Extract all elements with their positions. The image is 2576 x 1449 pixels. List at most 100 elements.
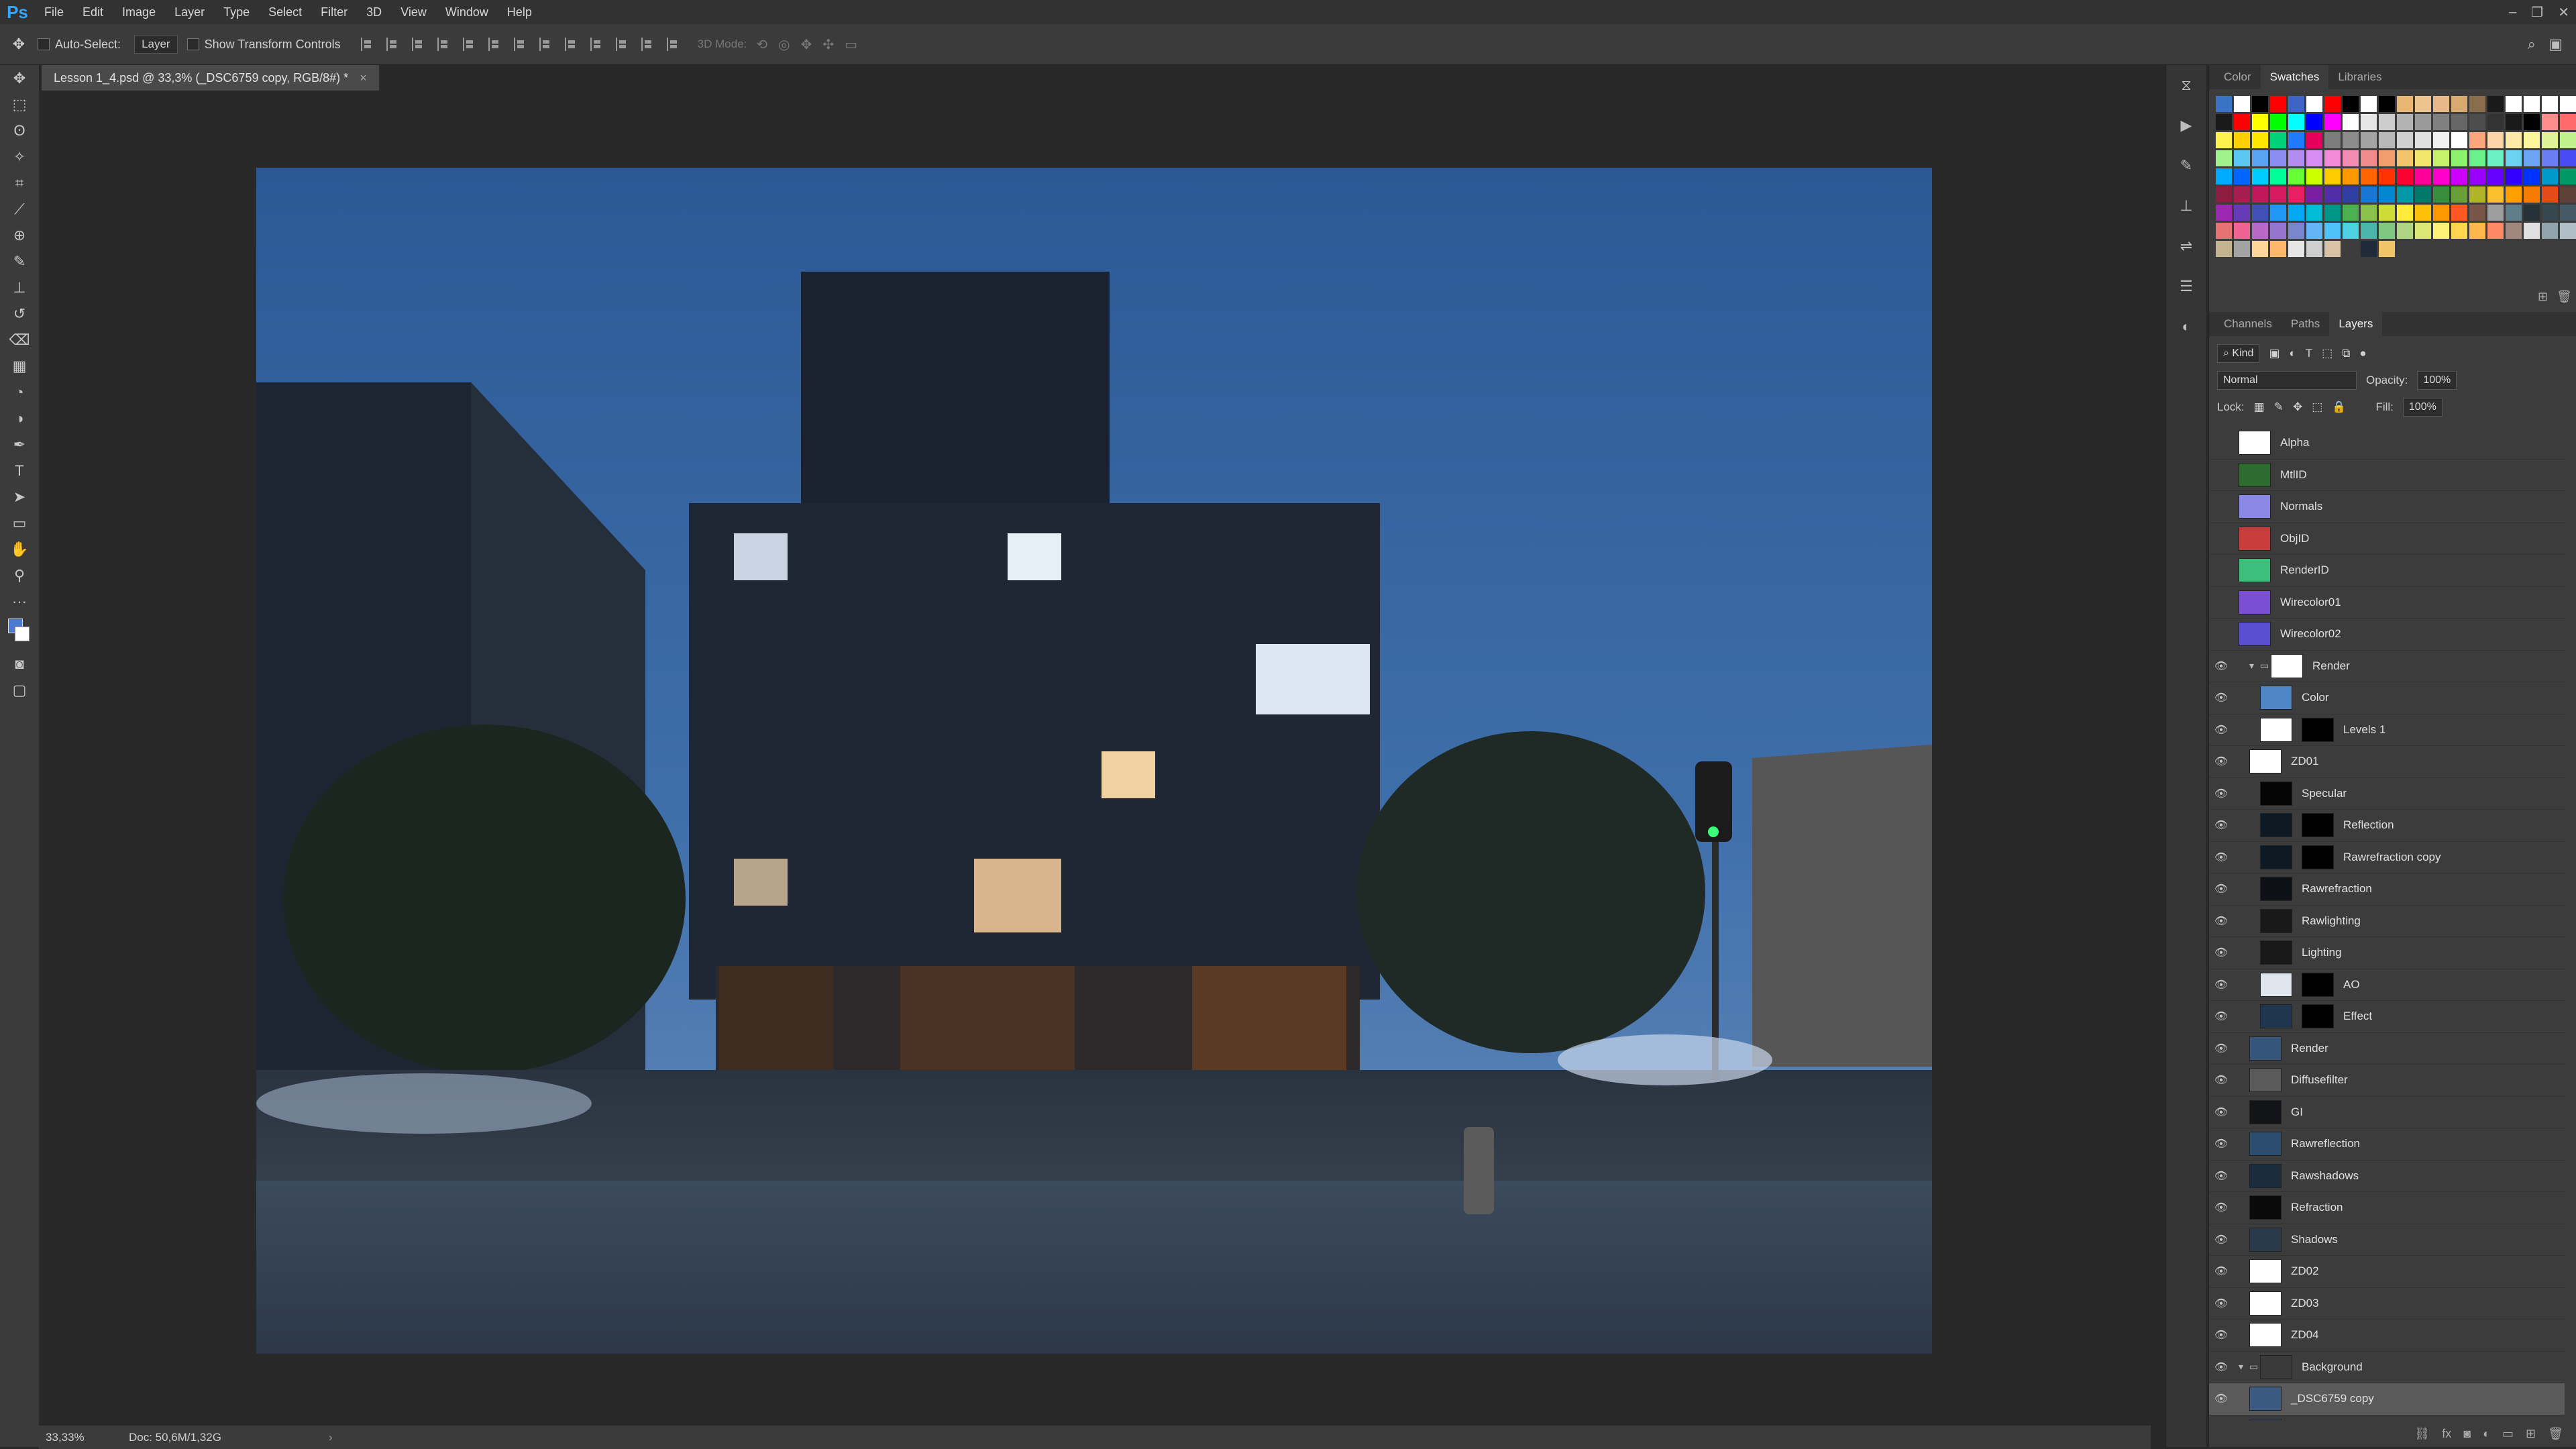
swatch[interactable] [2252,168,2268,184]
actions-panel-icon[interactable]: ▶ [2166,105,2206,146]
group-toggle-icon[interactable]: ▾ [2249,660,2260,672]
swatch[interactable] [2451,150,2467,166]
swatch[interactable] [2560,132,2576,148]
layer-row[interactable]: 👁 Rawreflection [2209,1128,2565,1161]
swatch[interactable] [2234,223,2250,239]
layer-mask-thumbnail[interactable] [2302,845,2334,869]
menu-type[interactable]: Type [214,0,259,24]
swatch[interactable] [2506,168,2522,184]
layer-row[interactable]: 👁 GI [2209,1097,2565,1128]
visibility-eye-icon[interactable]: 👁 [2209,882,2233,896]
swatch[interactable] [2379,114,2395,130]
swatch[interactable] [2324,186,2341,203]
swatch[interactable] [2487,168,2504,184]
swatch[interactable] [2216,132,2232,148]
swatch[interactable] [2343,96,2359,112]
align-top-icon[interactable] [360,38,373,51]
layer-row[interactable]: Wirecolor02 [2209,619,2565,651]
swatch[interactable] [2288,205,2304,221]
swatch[interactable] [2433,168,2449,184]
swatch[interactable] [2270,168,2286,184]
swatch[interactable] [2343,168,2359,184]
swatch[interactable] [2451,114,2467,130]
lock-transparent-icon[interactable]: ▦ [2254,400,2265,414]
swatch[interactable] [2560,114,2576,130]
align-left-icon[interactable] [437,38,449,51]
search-icon[interactable]: ⌕ [2528,36,2536,53]
magic-wand-tool-icon[interactable]: ✧ [0,144,39,170]
swatch[interactable] [2361,205,2377,221]
visibility-eye-icon[interactable]: 👁 [2209,946,2233,959]
swatch[interactable] [2252,132,2268,148]
type-tool-icon[interactable]: T [0,458,39,484]
visibility-eye-icon[interactable]: 👁 [2209,851,2233,864]
restore-icon[interactable]: ❐ [2531,4,2543,21]
swatch[interactable] [2560,205,2576,221]
filter-kind-dropdown[interactable]: ⌕ Kind [2217,344,2260,363]
swatch[interactable] [2343,241,2359,257]
swatch[interactable] [2469,186,2485,203]
auto-align-icon[interactable] [666,38,679,51]
swatch[interactable] [2216,168,2232,184]
move-tool-icon[interactable]: ✥ [0,65,39,91]
swatch[interactable] [2324,241,2341,257]
swatch[interactable] [2487,114,2504,130]
swatch[interactable] [2524,223,2540,239]
layer-row[interactable]: 👁 ZD03 [2209,1288,2565,1320]
swatch[interactable] [2451,205,2467,221]
visibility-eye-icon[interactable]: 👁 [2209,1010,2233,1023]
swatch[interactable] [2397,168,2413,184]
visibility-eye-icon[interactable]: 👁 [2209,978,2233,991]
layer-row[interactable]: ObjID [2209,523,2565,555]
swatch[interactable] [2306,186,2322,203]
swatch[interactable] [2324,150,2341,166]
swatch[interactable] [2306,114,2322,130]
new-swatch-icon[interactable]: ⊞ [2538,290,2548,304]
swatch[interactable] [2379,132,2395,148]
swatch[interactable] [2234,186,2250,203]
menu-help[interactable]: Help [498,0,541,24]
background-color-swatch[interactable] [15,627,30,641]
swatch[interactable] [2361,186,2377,203]
distribute-left-icon[interactable] [590,38,602,51]
new-group-icon[interactable]: ▭ [2502,1427,2514,1441]
properties-icon[interactable]: ☰ [2166,266,2206,307]
menu-3d[interactable]: 3D [357,0,391,24]
layer-row[interactable]: MtlID [2209,460,2565,491]
swatch[interactable] [2542,114,2558,130]
healing-brush-tool-icon[interactable]: ⊕ [0,222,39,248]
styles-icon[interactable]: ◐ [2166,307,2206,347]
swatch[interactable] [2451,96,2467,112]
swatch[interactable] [2506,205,2522,221]
swatch[interactable] [2397,223,2413,239]
filter-smart-object-icon[interactable]: ⧉ [2342,347,2350,360]
visibility-eye-icon[interactable]: 👁 [2209,1297,2233,1310]
swatch[interactable] [2361,150,2377,166]
swatch[interactable] [2379,150,2395,166]
visibility-eye-icon[interactable]: 👁 [2209,1233,2233,1246]
hand-tool-icon[interactable]: ✋ [0,536,39,562]
swatch[interactable] [2487,186,2504,203]
align-bottom-icon[interactable] [411,38,424,51]
checkbox-icon[interactable] [38,38,50,50]
clone-source-icon[interactable]: ⊥ [2166,186,2206,226]
layer-row[interactable]: 👁 Rawshadows [2209,1161,2565,1192]
swatch[interactable] [2469,223,2485,239]
clone-stamp-tool-icon[interactable]: ⊥ [0,274,39,301]
show-transform-checkbox[interactable]: Show Transform Controls [186,38,341,52]
distribute-middle-icon[interactable] [539,38,551,51]
document-image[interactable] [256,168,1932,1354]
swatch[interactable] [2506,186,2522,203]
3d-slide-icon[interactable]: ✣ [822,36,834,53]
swatch[interactable] [2288,114,2304,130]
fill-input[interactable]: 100% [2402,398,2443,417]
layer-row[interactable]: 👁 Specular [2209,778,2565,810]
swatch[interactable] [2469,114,2485,130]
swatch[interactable] [2343,150,2359,166]
menu-image[interactable]: Image [113,0,165,24]
swatch[interactable] [2397,132,2413,148]
visibility-eye-icon[interactable]: 👁 [2209,1360,2233,1374]
layer-row[interactable]: 👁 Reflection [2209,810,2565,842]
swatch[interactable] [2451,223,2467,239]
swatch[interactable] [2487,205,2504,221]
